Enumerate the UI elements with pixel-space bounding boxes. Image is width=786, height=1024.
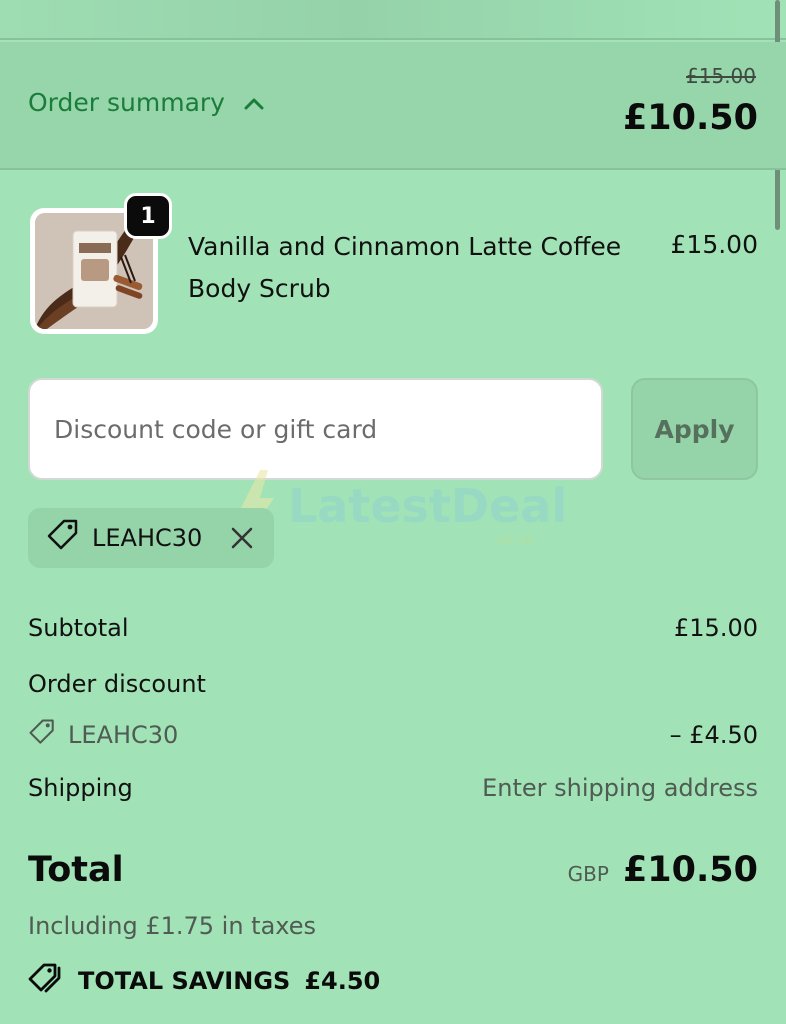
order-summary-toggle[interactable]: Order summary — [28, 88, 265, 117]
applied-code-chip: LEAHC30 — [28, 508, 274, 568]
total-row: Total GBP £10.50 — [28, 850, 758, 890]
total-savings-amount: £4.50 — [304, 967, 381, 995]
order-summary-label: Order summary — [28, 88, 225, 117]
subtotal-row: Subtotal £15.00 — [28, 614, 758, 642]
quantity-badge: 1 — [124, 193, 172, 239]
discount-code-input[interactable] — [28, 378, 603, 480]
subtotal-value: £15.00 — [674, 614, 758, 642]
total-label: Total — [28, 850, 124, 890]
product-price: £15.00 — [670, 230, 758, 259]
shipping-label: Shipping — [28, 774, 133, 802]
tag-icon — [46, 518, 80, 558]
discount-code-row: LEAHC30 – £4.50 — [28, 718, 758, 752]
close-icon[interactable] — [230, 526, 254, 550]
applied-code-label: LEAHC30 — [92, 524, 203, 552]
order-discount-label: Order discount — [28, 670, 206, 698]
tags-icon — [28, 962, 64, 1000]
shipping-row: Shipping Enter shipping address — [28, 774, 758, 802]
watermark-subtext: .co.uk — [492, 532, 535, 548]
top-strip — [0, 0, 786, 40]
summary-original-total: £15.00 — [686, 64, 756, 88]
checkout-page: Order summary £15.00 £10.50 1 Vanilla an… — [0, 0, 786, 1024]
watermark-logo: LatestDeals .co.uk — [240, 470, 570, 548]
tag-icon — [28, 718, 56, 752]
product-name: Vanilla and Cinnamon Latte Coffee Body S… — [188, 232, 622, 303]
apply-button[interactable]: Apply — [631, 378, 758, 480]
subtotal-label: Subtotal — [28, 614, 129, 642]
total-savings: TOTAL SAVINGS £4.50 — [28, 962, 380, 1000]
discount-value: – £4.50 — [669, 721, 758, 749]
taxes-note: Including £1.75 in taxes — [28, 912, 317, 940]
watermark-text: LatestDeals — [288, 479, 570, 533]
total-amount: £10.50 — [622, 850, 758, 890]
shipping-value: Enter shipping address — [482, 774, 758, 802]
currency-code: GBP — [567, 862, 609, 886]
discount-code-label: LEAHC30 — [68, 721, 179, 749]
chevron-up-icon — [243, 88, 265, 117]
order-discount-row: Order discount — [28, 670, 758, 698]
total-savings-label: TOTAL SAVINGS — [78, 967, 291, 995]
summary-total: £10.50 — [622, 98, 758, 138]
